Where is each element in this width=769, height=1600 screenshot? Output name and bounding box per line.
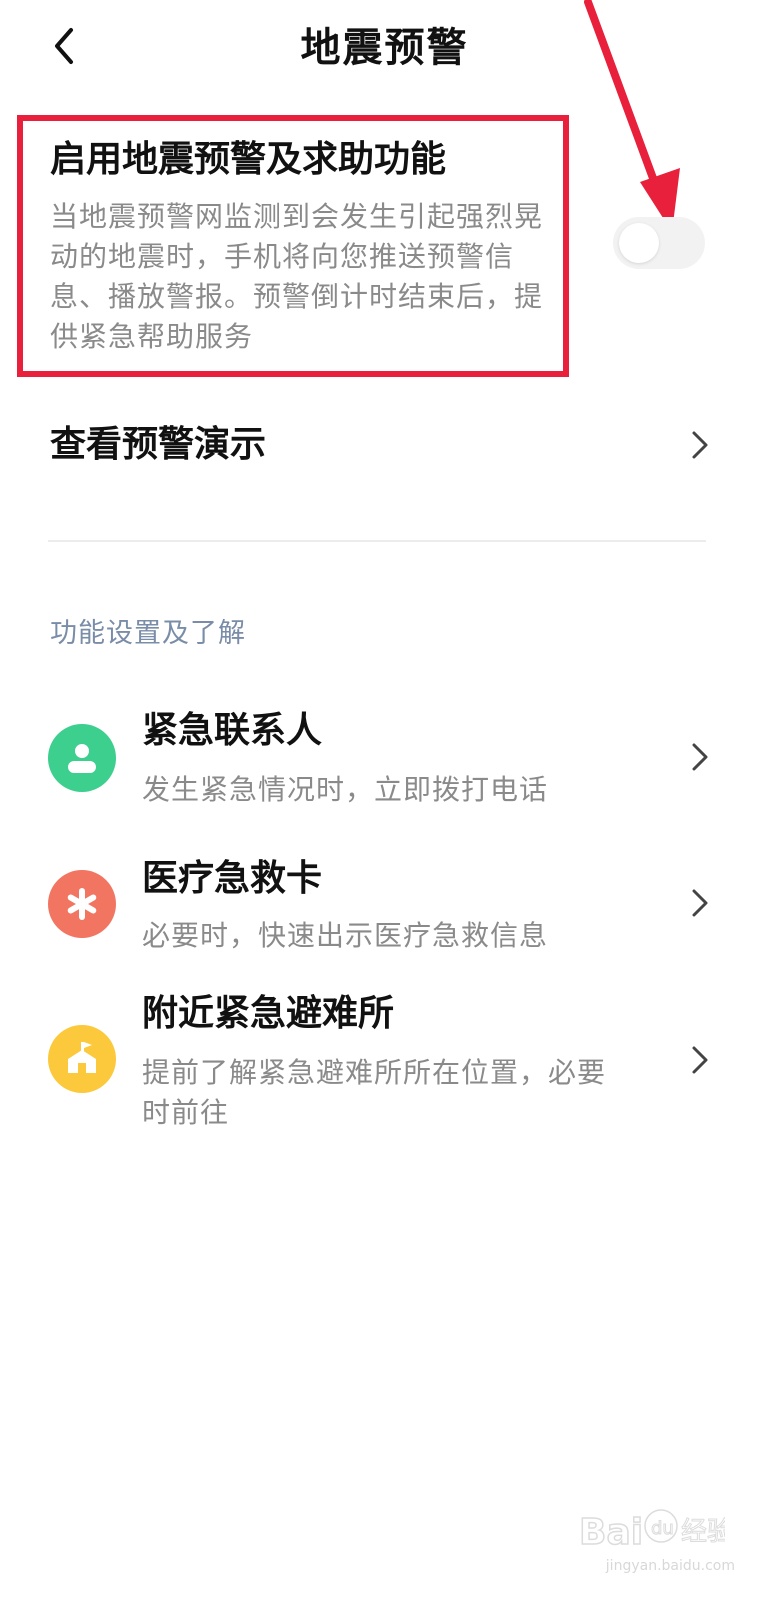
list-item-medical-card[interactable]: 医疗急救卡 必要时，快速出示医疗急救信息: [0, 848, 769, 968]
chevron-left-icon: [55, 28, 73, 64]
list-item-emergency-shelter[interactable]: 附近紧急避难所 提前了解紧急避难所所在位置，必要时前往: [0, 985, 769, 1145]
list-item-emergency-contacts[interactable]: 紧急联系人 发生紧急情况时，立即拨打电话: [0, 700, 769, 820]
item-subtitle: 发生紧急情况时，立即拨打电话: [142, 773, 549, 806]
item-subtitle: 必要时，快速出示医疗急救信息: [142, 919, 549, 952]
chevron-right-icon: [692, 889, 708, 917]
setting-description: 当地震预警网监测到会发生引起强烈晃动的地震时，手机将向您推送预警信息、播放警报。…: [50, 200, 544, 353]
item-subtitle: 提前了解紧急避难所所在位置，必要时前往: [142, 1056, 607, 1129]
view-demo-row[interactable]: 查看预警演示: [0, 400, 769, 490]
shelter-icon: [48, 1025, 116, 1093]
chevron-right-icon: [692, 743, 708, 771]
asterisk-icon: [48, 870, 116, 938]
section-header: 功能设置及了解: [50, 618, 246, 649]
item-title: 紧急联系人: [142, 710, 323, 751]
svg-text:Bai: Bai: [579, 1512, 643, 1553]
page-title: 地震预警: [300, 25, 469, 71]
chevron-right-icon: [692, 1046, 708, 1074]
item-title: 附近紧急避难所: [142, 993, 395, 1034]
item-title: 医疗急救卡: [142, 858, 323, 899]
person-icon: [48, 724, 116, 792]
chevron-right-icon: [692, 431, 708, 459]
baidu-jingyan-watermark: Bai du 经验 jingyan.baidu.com: [575, 1500, 745, 1580]
setting-title: 启用地震预警及求助功能: [50, 139, 447, 180]
back-button[interactable]: [40, 18, 88, 74]
svg-text:经验: 经验: [681, 1517, 725, 1547]
svg-text:du: du: [651, 1518, 674, 1539]
watermark-url: jingyan.baidu.com: [605, 1558, 735, 1574]
watermark-logo: Bai du 经验: [578, 1509, 734, 1554]
warning-toggle-switch[interactable]: [613, 217, 705, 269]
divider: [48, 540, 706, 542]
view-demo-label: 查看预警演示: [50, 424, 267, 465]
toggle-knob: [619, 223, 659, 263]
